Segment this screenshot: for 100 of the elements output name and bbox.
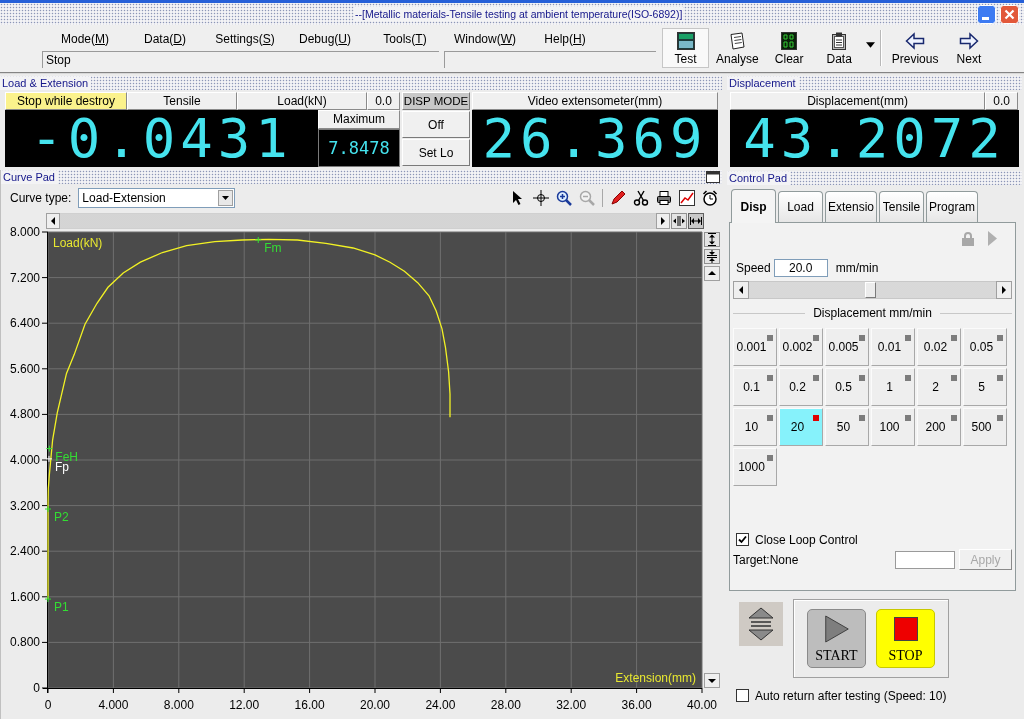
indicator-icon [905,415,911,421]
speed-preset-button[interactable]: 0.2 [779,368,823,406]
slider-thumb[interactable] [864,282,876,298]
tab[interactable]: Program [926,191,979,222]
checkbox-label: Auto return after testing (Speed: 10) [755,688,947,703]
test-button[interactable]: Test [662,28,709,68]
axis-tick-label: 0 [33,681,40,695]
menu-item[interactable]: Window(W) [445,30,525,48]
speed-preset-button[interactable]: 2 [917,368,961,406]
window-icon[interactable] [706,171,720,183]
axis-tick-label: 4.000 [98,698,129,712]
tab[interactable]: Tensile [879,191,925,222]
indicator-icon [859,415,865,421]
mode-button[interactable]: Off [402,111,470,138]
document-icon [727,32,748,50]
checkbox[interactable] [736,533,749,546]
speed-preset-button[interactable]: 100 [871,408,915,446]
menu-item[interactable]: Mode(M) [45,30,125,48]
split-arrows-icon[interactable] [671,213,687,229]
caret-icon[interactable] [865,42,875,48]
speed-preset-button[interactable]: 200 [917,408,961,446]
crosshair-icon[interactable] [533,189,549,206]
speed-preset-button[interactable]: 0.1 [733,368,777,406]
start-button[interactable]: START [807,609,866,668]
speed-preset-button[interactable]: 0.001 [733,328,777,366]
split-vertical-icon[interactable] [704,249,720,264]
speed-preset-button[interactable]: 0.05 [963,328,1007,366]
analyse-button[interactable]: Analyse [712,28,763,68]
horizontal-arrows-icon[interactable] [688,213,704,229]
indicator-icon [997,375,1003,381]
section-title: Displacement mm/min [813,306,932,320]
speed-preset-button[interactable]: 0.5 [825,368,869,406]
tab[interactable]: Extensio [825,191,878,222]
speed-preset-button[interactable]: 5 [963,368,1007,406]
status-field: Stop [42,51,439,68]
speed-preset-button[interactable]: 0.02 [917,328,961,366]
indicator-icon [767,375,773,381]
previous-button[interactable]: Previous [887,28,943,68]
scissors-icon[interactable] [633,189,649,206]
axis-tick-label: 8.000 [9,225,40,239]
close-icon[interactable] [1000,4,1019,24]
minimize-icon[interactable] [977,4,996,24]
menu-item[interactable]: Help(H) [525,30,605,48]
pen-icon[interactable] [610,189,626,206]
menu-item[interactable]: Data(D) [125,30,205,48]
mode-button[interactable]: Set Lo [402,139,470,166]
tab[interactable]: Load [778,191,823,222]
input-field[interactable] [895,550,955,569]
speed-preset-button[interactable]: 50 [825,408,869,446]
axis-tick-label: 1.600 [9,589,40,604]
annotation: Fm [264,240,282,255]
caret-icon[interactable] [218,189,234,206]
axis-title: Extension(mm) [615,671,696,685]
indicator-icon [997,335,1003,341]
indicator-icon [813,415,819,421]
up-down-arrows-icon[interactable] [739,602,783,646]
indicator-icon [951,335,957,341]
next-button[interactable]: Next [945,28,993,68]
curve-type-select[interactable]: Load-Extension [78,187,236,208]
speed-label: Speed [736,261,771,275]
play-icon [823,614,850,644]
axis-tick-label: 0.800 [9,635,40,650]
clear-button[interactable]: Clear [765,28,813,68]
speed-preset-button[interactable]: 1000 [733,448,777,486]
speed-preset-button[interactable]: 10 [733,408,777,446]
axis-tick-label: 28.00 [490,698,521,712]
square-icon [893,617,918,641]
axis-tick-label: 4.800 [9,407,40,422]
menu-item[interactable]: Settings(S) [205,30,285,48]
printer-icon[interactable] [656,189,672,206]
line-chart-icon[interactable] [679,189,695,206]
speed-preset-button[interactable]: 0.01 [871,328,915,366]
vertical-arrows-icon[interactable] [704,232,720,247]
indicator-icon [951,415,957,421]
data-button[interactable]: Data [815,28,863,68]
axis-tick-label: 40.00 [687,698,717,712]
readout-label: Tensile [127,92,237,110]
horizontal-scrollbar[interactable] [60,213,656,229]
zoom-in-icon[interactable] [556,189,572,206]
speed-slider[interactable] [749,281,996,299]
axis-tick-label: 20.00 [360,698,390,712]
clock-icon[interactable] [702,189,718,206]
speed-preset-button[interactable]: 0.005 [825,328,869,366]
readout-label: Video extensometer(mm) [472,92,718,110]
checkbox[interactable] [736,689,749,702]
axis-tick-label: 32.00 [556,698,587,712]
speed-preset-button[interactable]: 0.002 [779,328,823,366]
menu-item[interactable]: Debug(U) [285,30,365,48]
mode-label: DISP MODE [402,92,470,110]
speed-preset-button[interactable]: 500 [963,408,1007,446]
tab[interactable]: Disp [731,189,776,223]
axis-title: Load(kN) [53,236,103,250]
indicator-icon [951,375,957,381]
stop-button[interactable]: STOP [876,609,935,668]
speed-field[interactable]: 20.0 [773,259,828,277]
speed-preset-button[interactable]: 1 [871,368,915,406]
menu-item[interactable]: Tools(T) [365,30,445,48]
speed-preset-button[interactable]: 20 [779,408,823,446]
indicator-icon [767,455,773,461]
curve-type-label: Curve type: [10,190,72,205]
